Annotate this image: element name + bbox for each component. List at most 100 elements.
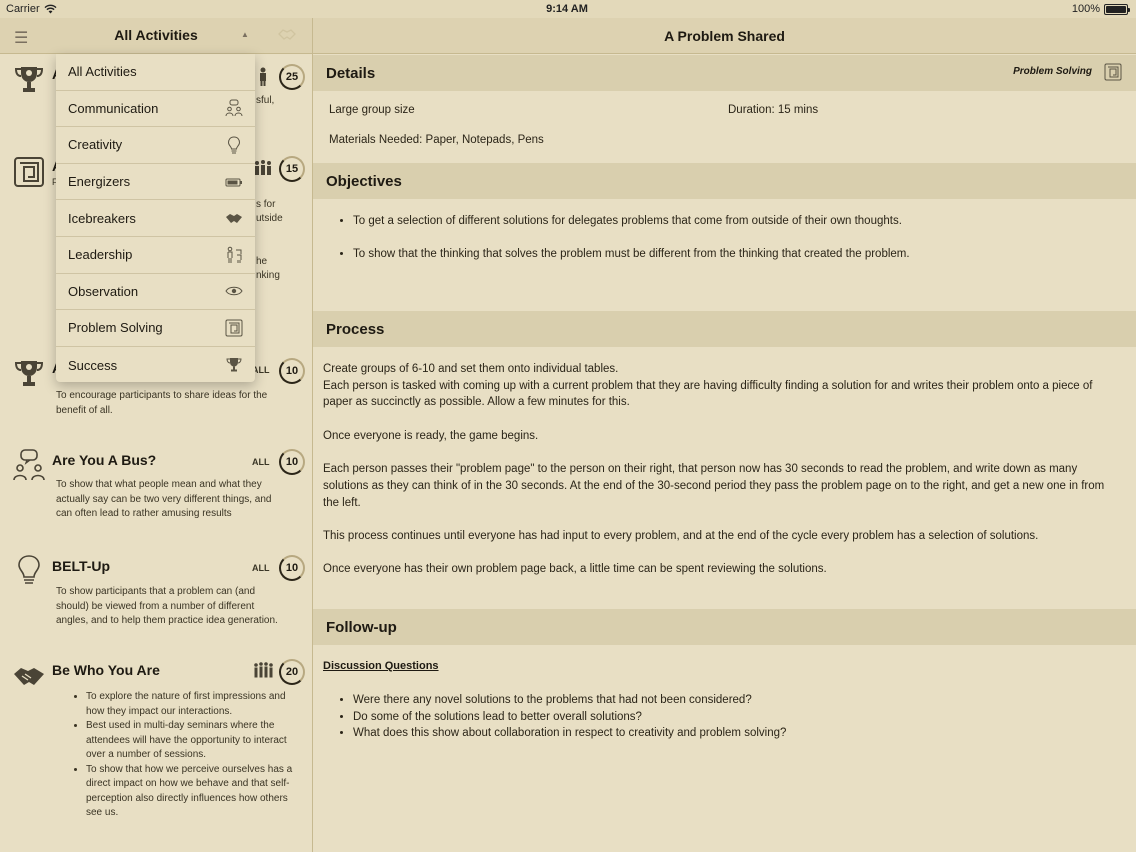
dropdown-item-label: Creativity — [68, 137, 123, 153]
dropdown-item-leadership[interactable]: Leadership — [56, 237, 255, 274]
dropdown-item-creativity[interactable]: Creativity — [56, 127, 255, 164]
activity-title: Are You A Bus? — [52, 452, 157, 468]
objective-item: To show that the thinking that solves th… — [353, 246, 1119, 263]
section-title: Objectives — [326, 172, 402, 190]
dropdown-item-observation[interactable]: Observation — [56, 274, 255, 311]
details-header: Details Problem Solving — [313, 55, 1136, 91]
description-bullet: Best used in multi-day seminars where th… — [86, 719, 296, 763]
discussion-questions-label: Discussion Questions — [323, 660, 439, 672]
section-title: Process — [326, 320, 385, 338]
activity-description-list: To explore the nature of first impressio… — [56, 690, 296, 821]
battery-icon — [225, 178, 242, 187]
group-size-label: ALL — [252, 457, 270, 467]
process-paragraph: Once everyone is ready, the game begins. — [323, 429, 539, 442]
dropdown-item-energizers[interactable]: Energizers — [56, 164, 255, 201]
group-size-value: Large group size — [329, 104, 415, 116]
section-title: Follow-up — [326, 618, 397, 636]
dropdown-item-label: Problem Solving — [68, 320, 163, 336]
dropdown-item-label: Leadership — [68, 247, 133, 263]
status-bar: Carrier 9:14 AM 100% — [0, 0, 1136, 18]
activity-title: BELT-Up — [52, 558, 111, 574]
discussion-questions-list: Were there any novel solutions to the pr… — [329, 692, 1119, 742]
process-paragraph: Create groups of 6-10 and set them onto … — [323, 363, 619, 375]
question-item: What does this show about collaboration … — [353, 725, 1119, 742]
carrier-label: Carrier — [6, 3, 40, 15]
process-paragraph: Once everyone has their own problem page… — [323, 563, 827, 576]
description-fragment: sful, — [256, 95, 275, 106]
group-size-label: ALL — [252, 563, 270, 573]
trophy-icon — [14, 361, 44, 386]
materials-value: Materials Needed: Paper, Notepads, Pens — [329, 134, 544, 146]
description-fragment: s for — [256, 199, 276, 210]
communication-icon — [225, 99, 243, 117]
activity-title: Be Who You Are — [52, 662, 160, 678]
dropdown-item-label: Communication — [68, 100, 159, 116]
duration-value: Duration: 15 mins — [728, 104, 819, 116]
dropdown-item-label: Observation — [68, 283, 139, 299]
description-bullet: To show that how we perceive ourselves h… — [86, 763, 296, 821]
activity-title: A Problem Shared — [664, 27, 785, 44]
description-bullet: To explore the nature of first impressio… — [86, 690, 296, 719]
dropdown-item-label: All Activities — [68, 64, 137, 80]
left-nav-bar: ☰ All Activities ▲ — [0, 18, 312, 54]
battery-icon — [1104, 3, 1130, 15]
dropdown-item-problem-solving[interactable]: Problem Solving — [56, 310, 255, 347]
dropdown-item-label: Icebreakers — [68, 210, 136, 226]
dropdown-item-communication[interactable]: Communication — [56, 91, 255, 128]
process-text: Create groups of 6-10 and set them onto … — [323, 361, 1123, 578]
duration-badge: 15 — [279, 156, 305, 182]
objective-item: To get a selection of different solution… — [353, 213, 1119, 230]
dropdown-item-label: Success — [68, 357, 118, 373]
duration-badge: 10 — [279, 358, 305, 384]
duration-badge: 25 — [279, 64, 305, 90]
list-item[interactable]: Be Who You Are 20 To explore the nature … — [0, 652, 312, 852]
eye-icon — [225, 287, 243, 296]
duration-badge: 10 — [279, 555, 305, 581]
question-item: Were there any novel solutions to the pr… — [353, 692, 1119, 709]
objectives-list: To get a selection of different solution… — [329, 213, 1119, 262]
description-fragment: utside — [256, 213, 283, 224]
large-group-icon — [254, 662, 273, 678]
process-paragraph: Each person passes their "problem page" … — [323, 463, 1105, 509]
followup-header: Follow-up — [313, 609, 1136, 645]
battery-percent: 100% — [1071, 3, 1100, 15]
activity-detail[interactable]: Details Problem Solving Large group size… — [313, 55, 1136, 852]
question-item: Do some of the solutions lead to better … — [353, 709, 1119, 726]
right-nav-bar: A Problem Shared — [313, 18, 1136, 54]
maze-icon — [14, 157, 44, 187]
list-item[interactable]: BELT-Up ALL 10 To show participants that… — [0, 546, 312, 652]
description-fragment: he — [256, 256, 268, 267]
communication-icon — [13, 449, 45, 481]
process-paragraph: This process continues until everyone ha… — [323, 529, 1039, 542]
maze-icon — [225, 319, 243, 337]
activity-description: To encourage participants to share ideas… — [56, 390, 268, 416]
dropdown-item-icebreakers[interactable]: Icebreakers — [56, 200, 255, 237]
filter-title[interactable]: All Activities — [0, 27, 312, 43]
activity-description: To show participants that a problem can … — [56, 586, 278, 626]
trophy-icon — [14, 67, 44, 92]
duration-badge: 10 — [279, 449, 305, 475]
dropdown-item-success[interactable]: Success — [56, 347, 255, 382]
group-icon — [255, 160, 271, 175]
activity-description: To show that what people mean and what t… — [56, 479, 272, 519]
section-title: Details — [326, 64, 376, 82]
dropdown-item-label: Energizers — [68, 174, 131, 190]
maze-icon — [1104, 63, 1122, 81]
trophy-icon — [226, 358, 242, 372]
handshake-faded-icon — [278, 26, 296, 47]
process-header: Process — [313, 311, 1136, 347]
clock: 9:14 AM — [546, 3, 588, 15]
handshake-icon — [14, 668, 44, 685]
category-label: Problem Solving — [1013, 66, 1092, 77]
person-icon — [260, 67, 266, 86]
handshake-icon — [226, 214, 242, 224]
lightbulb-icon — [18, 555, 40, 584]
list-item[interactable]: Are You A Bus? ALL 10 To show that what … — [0, 440, 312, 546]
wifi-icon — [44, 4, 57, 14]
category-dropdown[interactable]: All Activities Communication Creativity … — [56, 54, 255, 382]
caret-up-icon[interactable]: ▲ — [241, 30, 249, 39]
process-paragraph: Each person is tasked with coming up wit… — [323, 379, 1093, 409]
dropdown-item-all-activities[interactable]: All Activities — [56, 54, 255, 91]
objectives-header: Objectives — [313, 163, 1136, 199]
lightbulb-icon — [227, 136, 241, 154]
